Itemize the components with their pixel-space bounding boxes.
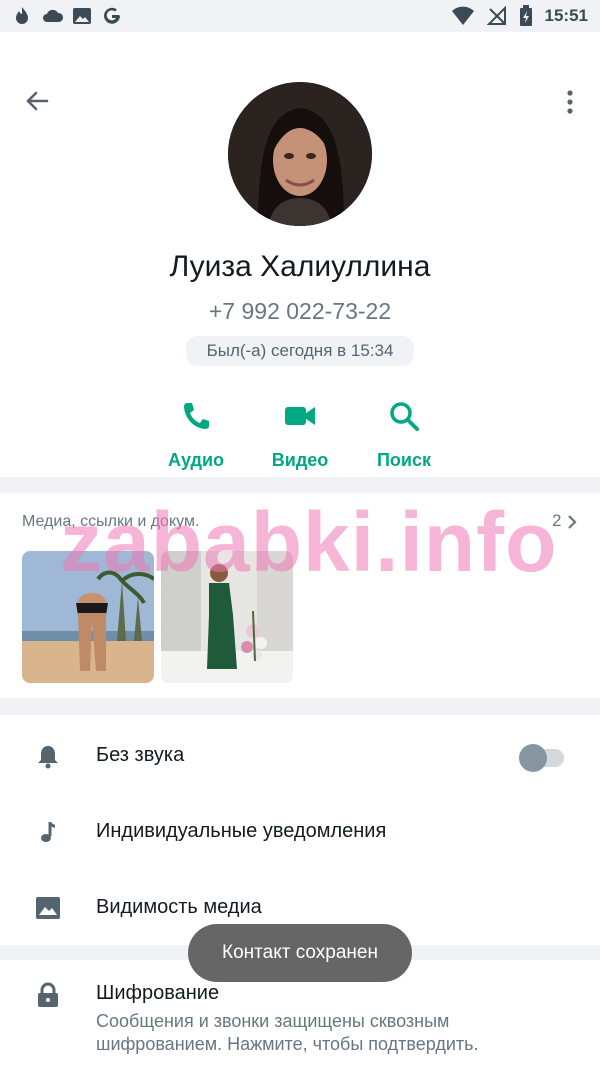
image-icon xyxy=(36,897,60,919)
chevron-right-icon xyxy=(568,515,577,529)
encryption-title: Шифрование xyxy=(96,982,220,1004)
bell-icon xyxy=(38,746,58,769)
status-bar-right-icons: 15:51 xyxy=(451,5,588,27)
encryption-description: Сообщения и звонки защищены сквозным шиф… xyxy=(96,1011,479,1054)
cloud-icon xyxy=(42,6,64,26)
toast-message: Контакт сохранен xyxy=(188,924,412,982)
video-call-button[interactable]: Видео xyxy=(245,398,355,478)
back-button[interactable] xyxy=(22,86,52,116)
phone-icon xyxy=(184,403,209,429)
tinder-flame-icon xyxy=(12,6,32,26)
wifi-icon xyxy=(451,6,474,25)
image-icon xyxy=(72,6,92,26)
video-icon xyxy=(285,407,315,425)
mute-row[interactable]: Без звука xyxy=(0,717,600,793)
search-label: Поиск xyxy=(376,450,432,470)
overflow-menu-button[interactable] xyxy=(560,88,580,116)
contact-phone: +7 992 022-73-22 xyxy=(208,298,392,324)
status-time: 15:51 xyxy=(544,6,588,25)
status-bar-left-icons xyxy=(12,6,122,26)
audio-call-button[interactable]: Аудио xyxy=(141,398,251,478)
media-visibility-label: Видимость медиа xyxy=(96,896,262,918)
contact-name: Луиза Халиуллина xyxy=(169,250,431,283)
search-icon xyxy=(390,402,419,431)
google-icon xyxy=(102,6,122,26)
profile-card: Луиза Халиуллина +7 992 022-73-22 Был(-а… xyxy=(0,32,600,477)
status-bar: 15:51 xyxy=(0,0,600,32)
contact-avatar[interactable] xyxy=(228,82,372,226)
audio-call-label: Аудио xyxy=(167,450,225,470)
battery-charging-icon xyxy=(519,5,532,26)
mute-toggle-knob[interactable] xyxy=(519,744,547,772)
settings-section: Без звука Индивидуальные уведомления Вид… xyxy=(0,715,600,945)
watermark: zababki.info xyxy=(60,495,558,589)
lock-icon xyxy=(38,982,58,1007)
last-seen-badge: Был(-а) сегодня в 15:34 xyxy=(186,336,414,366)
mute-label: Без звука xyxy=(96,744,185,766)
video-call-label: Видео xyxy=(271,450,329,470)
no-signal-icon xyxy=(486,6,506,25)
custom-notifications-row[interactable]: Индивидуальные уведомления xyxy=(0,793,600,869)
music-note-icon xyxy=(41,822,55,842)
arrow-left-icon xyxy=(26,91,49,111)
custom-notifications-label: Индивидуальные уведомления xyxy=(96,820,387,842)
more-vertical-icon xyxy=(567,90,573,114)
search-button[interactable]: Поиск xyxy=(349,398,459,478)
